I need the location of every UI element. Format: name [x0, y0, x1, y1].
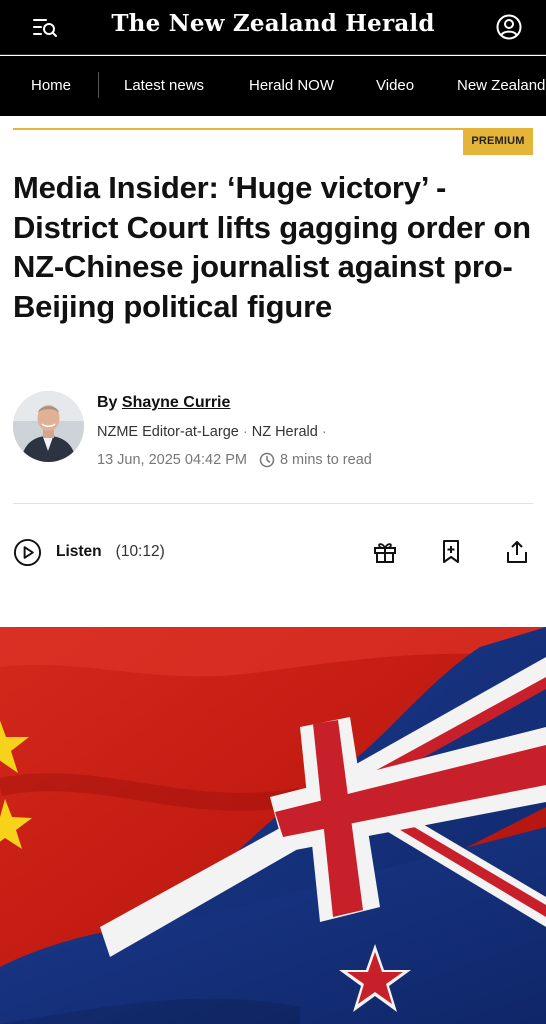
site-logo[interactable]: The New Zealand Herald	[0, 8, 546, 40]
listen-label: Listen	[56, 543, 102, 560]
author-role: NZME Editor-at-Large	[97, 424, 239, 440]
play-icon	[13, 538, 42, 566]
share-icon[interactable]	[503, 538, 531, 566]
nav-item-new-zealand[interactable]: New Zealand	[457, 56, 545, 116]
nav-divider	[98, 72, 99, 98]
flags-illustration	[0, 627, 546, 1024]
clock-icon	[259, 452, 275, 468]
premium-badge: PREMIUM	[463, 128, 533, 155]
byline-prefix: By	[97, 394, 118, 411]
gift-icon[interactable]	[371, 538, 399, 566]
read-time: 8 mins to read	[279, 452, 372, 468]
article-meta: 13 Jun, 2025 04:42 PM 8 mins to read	[97, 452, 372, 468]
account-icon[interactable]	[494, 12, 524, 42]
hero-image	[0, 627, 546, 1024]
section-nav: Home Latest news Herald NOW Video New Ze…	[0, 56, 546, 116]
meta-divider	[13, 503, 533, 504]
author-role-line: NZME Editor-at-Large · NZ Herald ·	[97, 424, 327, 440]
author-avatar[interactable]	[13, 391, 84, 462]
site-header: The New Zealand Herald	[0, 0, 546, 55]
byline: By Shayne Currie	[97, 394, 230, 412]
publication-link[interactable]: NZ Herald	[252, 424, 318, 440]
listen-duration: (10:12)	[115, 543, 165, 560]
nav-item-herald-now[interactable]: Herald NOW	[249, 56, 334, 116]
bookmark-add-icon[interactable]	[437, 538, 465, 566]
nav-item-home[interactable]: Home	[31, 56, 71, 116]
publish-date: 13 Jun, 2025 04:42 PM	[97, 452, 247, 468]
author-link[interactable]: Shayne Currie	[122, 394, 230, 411]
nav-item-latest-news[interactable]: Latest news	[124, 56, 204, 116]
premium-rule	[13, 128, 533, 130]
nav-item-video[interactable]: Video	[376, 56, 414, 116]
article-headline: Media Insider: ‘Huge victory’ - District…	[13, 170, 531, 324]
listen-button[interactable]: Listen (10:12)	[13, 537, 165, 567]
menu-search-icon[interactable]	[28, 12, 62, 42]
